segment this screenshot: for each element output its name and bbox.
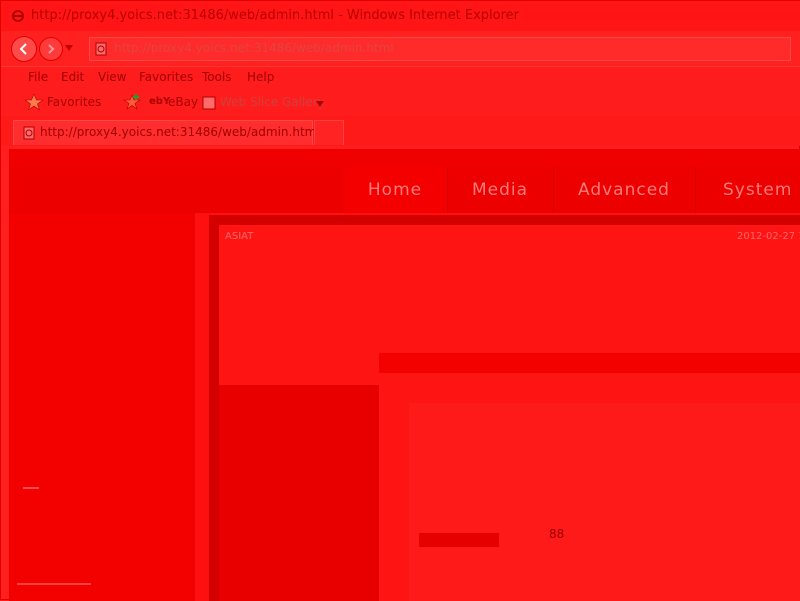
camera-view[interactable]: ASIAT 2012-02-27 18 88 bbox=[219, 225, 800, 601]
page-header-band bbox=[9, 149, 800, 167]
nav-media[interactable]: Media bbox=[447, 167, 554, 213]
title-bar: http://proxy4.yoics.net:31486/web/admin.… bbox=[1, 1, 800, 32]
content-counter: 88 bbox=[549, 527, 565, 541]
tab-page-icon bbox=[23, 126, 35, 140]
tab-label: http://proxy4.yoics.net:31486/web/admin.… bbox=[40, 125, 320, 139]
nav-home[interactable]: Home bbox=[343, 167, 448, 213]
sidebar bbox=[9, 213, 195, 601]
address-bar[interactable]: http://proxy4.yoics.net:31486/web/admin.… bbox=[89, 37, 791, 61]
menu-favorites[interactable]: Favorites bbox=[139, 70, 193, 84]
blurred-button bbox=[419, 533, 499, 547]
favorites-button[interactable]: Favorites bbox=[47, 95, 101, 109]
history-dropdown-icon[interactable] bbox=[65, 45, 73, 51]
blurred-object bbox=[219, 385, 379, 601]
forward-arrow-icon bbox=[48, 44, 55, 54]
menu-view[interactable]: View bbox=[98, 70, 126, 84]
ie-logo-icon bbox=[12, 10, 24, 22]
menu-edit[interactable]: Edit bbox=[61, 70, 84, 84]
window-title: http://proxy4.yoics.net:31486/web/admin.… bbox=[31, 8, 519, 23]
camera-channel-label: ASIAT bbox=[225, 231, 254, 242]
web-slice-icon bbox=[202, 96, 216, 110]
menu-file[interactable]: File bbox=[28, 70, 48, 84]
blurred-toolbar bbox=[379, 353, 800, 373]
site-nav: Home Media Advanced System bbox=[195, 167, 800, 213]
camera-timestamp: 2012-02-27 18 bbox=[736, 231, 800, 242]
back-button[interactable] bbox=[11, 36, 37, 62]
nav-system[interactable]: System bbox=[695, 167, 800, 213]
sidebar-divider bbox=[17, 583, 91, 585]
back-arrow-icon bbox=[19, 43, 27, 55]
ebay-link[interactable]: eBay bbox=[168, 95, 198, 109]
browser-window: http://proxy4.yoics.net:31486/web/admin.… bbox=[0, 0, 800, 601]
menu-bar: File Edit View Favorites Tools Help bbox=[1, 66, 800, 89]
web-slice-dropdown-icon[interactable] bbox=[316, 101, 324, 107]
tab-admin-page[interactable]: http://proxy4.yoics.net:31486/web/admin.… bbox=[13, 120, 320, 145]
address-url[interactable]: http://proxy4.yoics.net:31486/web/admin.… bbox=[114, 41, 394, 55]
camera-view-frame: ASIAT 2012-02-27 18 88 bbox=[209, 215, 800, 601]
ebay-icon: ebY bbox=[149, 96, 171, 107]
page-icon bbox=[95, 42, 107, 56]
nav-advanced[interactable]: Advanced bbox=[553, 167, 696, 213]
web-page: Home Media Advanced System ASIAT 2012-02… bbox=[9, 149, 800, 601]
menu-tools[interactable]: Tools bbox=[202, 70, 232, 84]
tab-strip: http://proxy4.yoics.net:31486/web/admin.… bbox=[1, 116, 800, 146]
menu-help[interactable]: Help bbox=[247, 70, 274, 84]
favorites-star-icon bbox=[25, 94, 43, 110]
forward-button[interactable] bbox=[39, 37, 63, 61]
favorites-bar: Favorites ebY eBay Web Slice Gallery bbox=[1, 89, 800, 116]
blurred-screen bbox=[409, 403, 800, 601]
add-favorite-icon[interactable] bbox=[123, 94, 141, 110]
new-tab-button[interactable] bbox=[314, 120, 344, 145]
web-slice-gallery-link[interactable]: Web Slice Gallery bbox=[220, 95, 325, 109]
sidebar-marker bbox=[23, 487, 39, 489]
navigation-row: http://proxy4.yoics.net:31486/web/admin.… bbox=[1, 31, 800, 66]
